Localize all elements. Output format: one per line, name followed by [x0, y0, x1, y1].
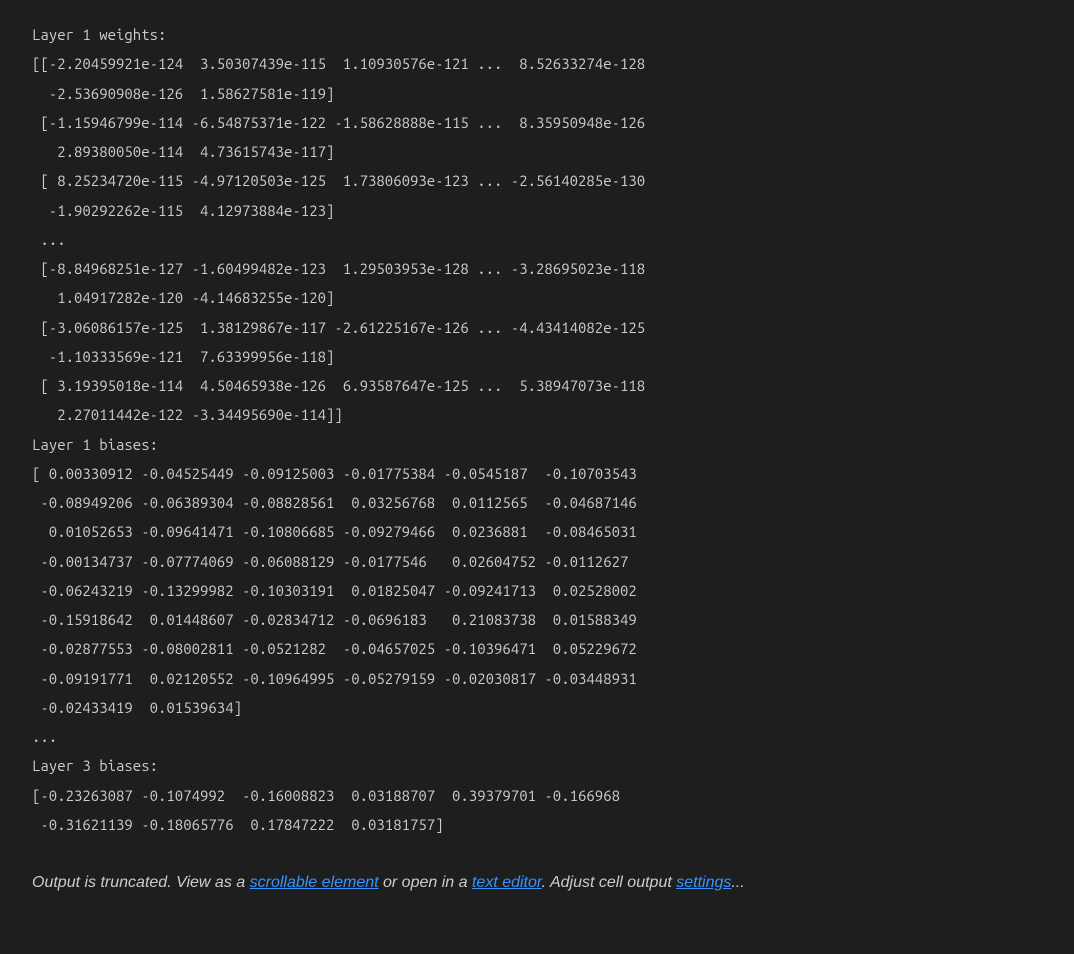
layer1-biases-body: [ 0.00330912 -0.04525449 -0.09125003 -0.… [32, 459, 1042, 722]
truncation-text-mid2: . Adjust cell output [542, 874, 677, 891]
cell-output: Layer 1 weights: [[-2.20459921e-124 3.50… [32, 20, 1042, 839]
truncation-text-suffix: ... [731, 874, 744, 891]
truncation-text-prefix: Output is truncated. View as a [32, 874, 250, 891]
settings-link[interactable]: settings [676, 874, 731, 891]
layer3-biases-header: Layer 3 biases: [32, 751, 1042, 780]
layer3-biases-body: [-0.23263087 -0.1074992 -0.16008823 0.03… [32, 781, 1042, 840]
truncation-text-mid1: or open in a [379, 874, 472, 891]
layer1-weights-body: [[-2.20459921e-124 3.50307439e-115 1.109… [32, 49, 1042, 429]
output-ellipsis: ... [32, 722, 1042, 751]
scrollable-element-link[interactable]: scrollable element [250, 874, 379, 891]
text-editor-link[interactable]: text editor [472, 874, 542, 891]
layer1-weights-header: Layer 1 weights: [32, 20, 1042, 49]
truncation-notice: Output is truncated. View as a scrollabl… [32, 867, 1042, 898]
layer1-biases-header: Layer 1 biases: [32, 430, 1042, 459]
